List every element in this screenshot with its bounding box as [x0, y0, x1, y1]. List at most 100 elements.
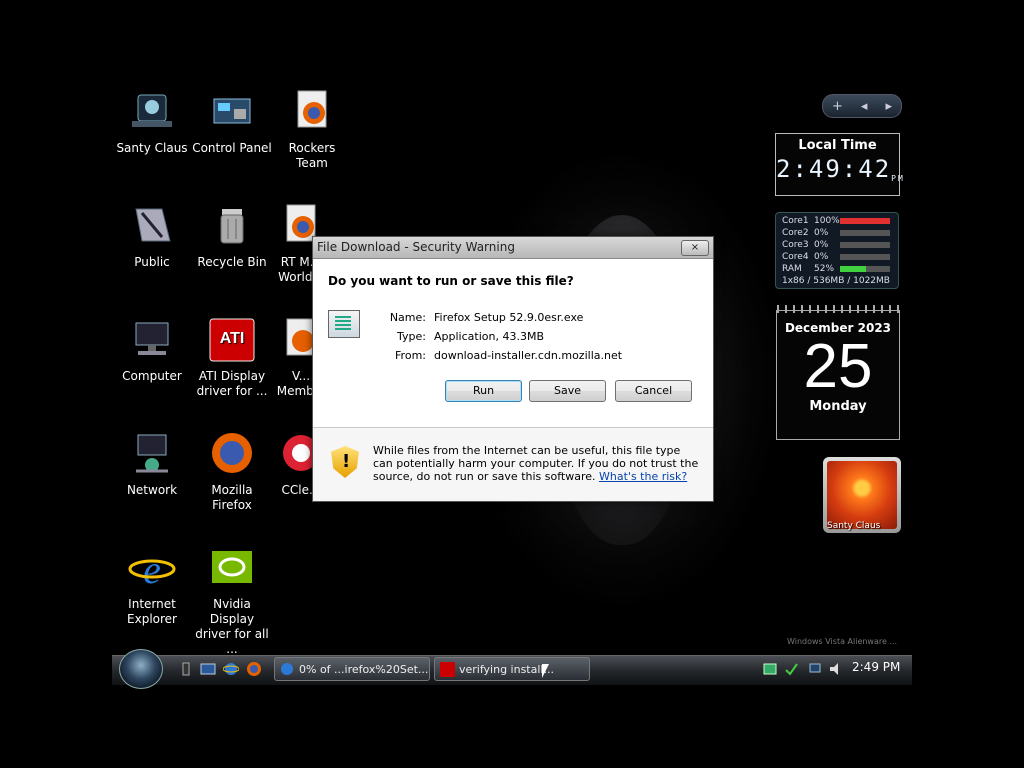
- firefox-document-icon: [288, 89, 336, 137]
- desktop-icon-internet-explorer[interactable]: e Internet Explorer: [111, 545, 193, 627]
- cpu-row-percent: 0%: [814, 228, 829, 238]
- cpu-row-percent: 0%: [814, 252, 829, 262]
- desktop-icon-ati-display[interactable]: ATI ATI Display driver for ...: [191, 317, 273, 399]
- next-icon[interactable]: ▸: [885, 99, 892, 114]
- tray-app-icon[interactable]: [762, 661, 778, 677]
- cpu-row-name: Core1: [782, 216, 809, 226]
- file-info: Name: Firefox Setup 52.9.0esr.exe Type: Ap…: [381, 308, 622, 365]
- mouse-cursor: [542, 664, 549, 678]
- cpu-row-percent: 0%: [814, 240, 829, 250]
- desktop-icon-santy-claus[interactable]: Santy Claus: [111, 89, 193, 156]
- icon-label: Santy Claus: [116, 141, 188, 155]
- file-type: Application, 43.3MB: [434, 330, 544, 343]
- dialog-title: File Download - Security Warning: [317, 240, 515, 254]
- whats-the-risk-link[interactable]: What's the risk?: [599, 470, 687, 483]
- cpu-row-percent: 52%: [814, 264, 835, 274]
- desktop-icon-network[interactable]: Network: [111, 431, 193, 498]
- control-panel-icon: [208, 89, 256, 137]
- cpu-row-fill: [840, 218, 890, 224]
- icon-label: Internet Explorer: [127, 597, 177, 626]
- cancel-button[interactable]: Cancel: [615, 380, 692, 402]
- dialog-title-bar[interactable]: File Download - Security Warning ×: [313, 237, 713, 259]
- cpu-row-name: Core2: [782, 228, 809, 238]
- taskbar-item-download[interactable]: 0% of ...irefox%20Set...: [274, 657, 430, 681]
- taskbar-item-installer[interactable]: verifying install...: [434, 657, 590, 681]
- icon-label: Computer: [122, 369, 182, 383]
- ie-icon: [280, 662, 295, 677]
- calendar-day: 25: [803, 332, 873, 401]
- info-row-from: From: download-installer.cdn.mozilla.net: [395, 349, 623, 362]
- run-button[interactable]: Run: [445, 380, 522, 402]
- ati-logo-icon: ATI: [208, 317, 256, 365]
- firefox-icon: [208, 431, 256, 479]
- file-download-dialog: File Download - Security Warning × Do yo…: [312, 236, 714, 502]
- warning-text: While files from the Internet can be use…: [373, 444, 699, 483]
- network-icon: [128, 431, 176, 479]
- cpu-row-bar: [840, 218, 890, 224]
- ie-quicklaunch-icon[interactable]: [222, 661, 240, 677]
- gadget-controls[interactable]: + ◂ ▸: [822, 94, 902, 118]
- taskbar-clock[interactable]: 2:49 PM: [852, 660, 900, 674]
- cpu-meter-gadget[interactable]: Core1 100% Core2 0% Core3 0% Core4 0% RAM 52% 1x8…: [775, 212, 899, 289]
- desktop-icon-mozilla-firefox[interactable]: Mozilla Firefox: [191, 431, 273, 513]
- cpu-row-name: RAM: [782, 264, 802, 274]
- cpu-row: Core3 0%: [782, 239, 892, 251]
- desktop-icon-recycle-bin[interactable]: Recycle Bin: [191, 203, 273, 270]
- prev-icon[interactable]: ◂: [861, 99, 868, 114]
- cpu-footer: 1x86 / 536MB / 1022MB: [782, 276, 890, 286]
- flower-photo: [827, 461, 897, 529]
- add-gadget-icon[interactable]: +: [832, 99, 843, 114]
- cpu-row-percent: 100%: [814, 216, 840, 226]
- calendar-rings: [777, 305, 899, 313]
- internet-explorer-icon: e: [128, 545, 176, 593]
- network-tray-icon[interactable]: [808, 661, 824, 677]
- ati-icon: [440, 662, 455, 677]
- slideshow-gadget[interactable]: Santy Claus: [823, 457, 901, 533]
- desktop-icon-rockers-team[interactable]: Rockers Team: [271, 89, 353, 171]
- os-watermark: Windows Vista Alienware ...: [787, 637, 898, 646]
- switch-windows-icon[interactable]: [200, 661, 216, 677]
- icon-label: Nvidia Display driver for all ...: [195, 597, 269, 656]
- info-row-type: Type: Application, 43.3MB: [397, 330, 544, 343]
- computer-icon: [128, 317, 176, 365]
- slideshow-caption: Santy Claus: [827, 521, 881, 531]
- desktop-icon-control-panel[interactable]: Control Panel: [191, 89, 273, 156]
- save-button[interactable]: Save: [529, 380, 606, 402]
- nvidia-logo-icon: [208, 545, 256, 593]
- icon-label: ATI Display driver for ...: [196, 369, 268, 398]
- task-label: 0% of ...irefox%20Set...: [299, 663, 429, 676]
- icon-label: Mozilla Firefox: [211, 483, 253, 512]
- clock-gadget[interactable]: Local Time 2:49:42PM: [775, 133, 905, 196]
- cpu-row-bar: [840, 230, 890, 236]
- show-desktop-icon[interactable]: [178, 661, 194, 677]
- clock-time: 2:49:42PM: [776, 155, 905, 183]
- desktop-icon-public[interactable]: Public: [111, 203, 193, 270]
- dialog-question: Do you want to run or save this file?: [328, 274, 574, 288]
- cpu-row: Core1 100%: [782, 215, 892, 227]
- file-source: download-installer.cdn.mozilla.net: [434, 349, 623, 362]
- close-button[interactable]: ×: [681, 240, 709, 256]
- cpu-row: Core4 0%: [782, 251, 892, 263]
- icon-label: Public: [134, 255, 170, 269]
- cpu-row-name: Core4: [782, 252, 809, 262]
- icon-label: Recycle Bin: [197, 255, 267, 269]
- cpu-row-fill: [840, 266, 866, 272]
- file-icon: [328, 310, 360, 338]
- svg-text:e: e: [143, 547, 161, 592]
- desktop-icon-computer[interactable]: Computer: [111, 317, 193, 384]
- info-row-name: Name: Firefox Setup 52.9.0esr.exe: [389, 311, 584, 324]
- desktop-icon-nvidia-display[interactable]: Nvidia Display driver for all ...: [191, 545, 273, 657]
- cpu-row-bar: [840, 254, 890, 260]
- calendar-weekday: Monday: [809, 399, 867, 414]
- calendar-gadget[interactable]: December 2023 25 Monday: [776, 305, 900, 440]
- icon-label: Network: [126, 483, 178, 497]
- tray-security-icon[interactable]: [783, 661, 799, 677]
- cpu-row: Core2 0%: [782, 227, 892, 239]
- volume-icon[interactable]: [828, 661, 844, 677]
- cpu-row: RAM 52%: [782, 263, 892, 275]
- firefox-quicklaunch-icon[interactable]: [246, 661, 262, 677]
- icon-label: Control Panel: [192, 141, 272, 155]
- file-name: Firefox Setup 52.9.0esr.exe: [434, 311, 584, 324]
- start-orb-button[interactable]: [119, 649, 163, 689]
- cpu-row-name: Core3: [782, 240, 809, 250]
